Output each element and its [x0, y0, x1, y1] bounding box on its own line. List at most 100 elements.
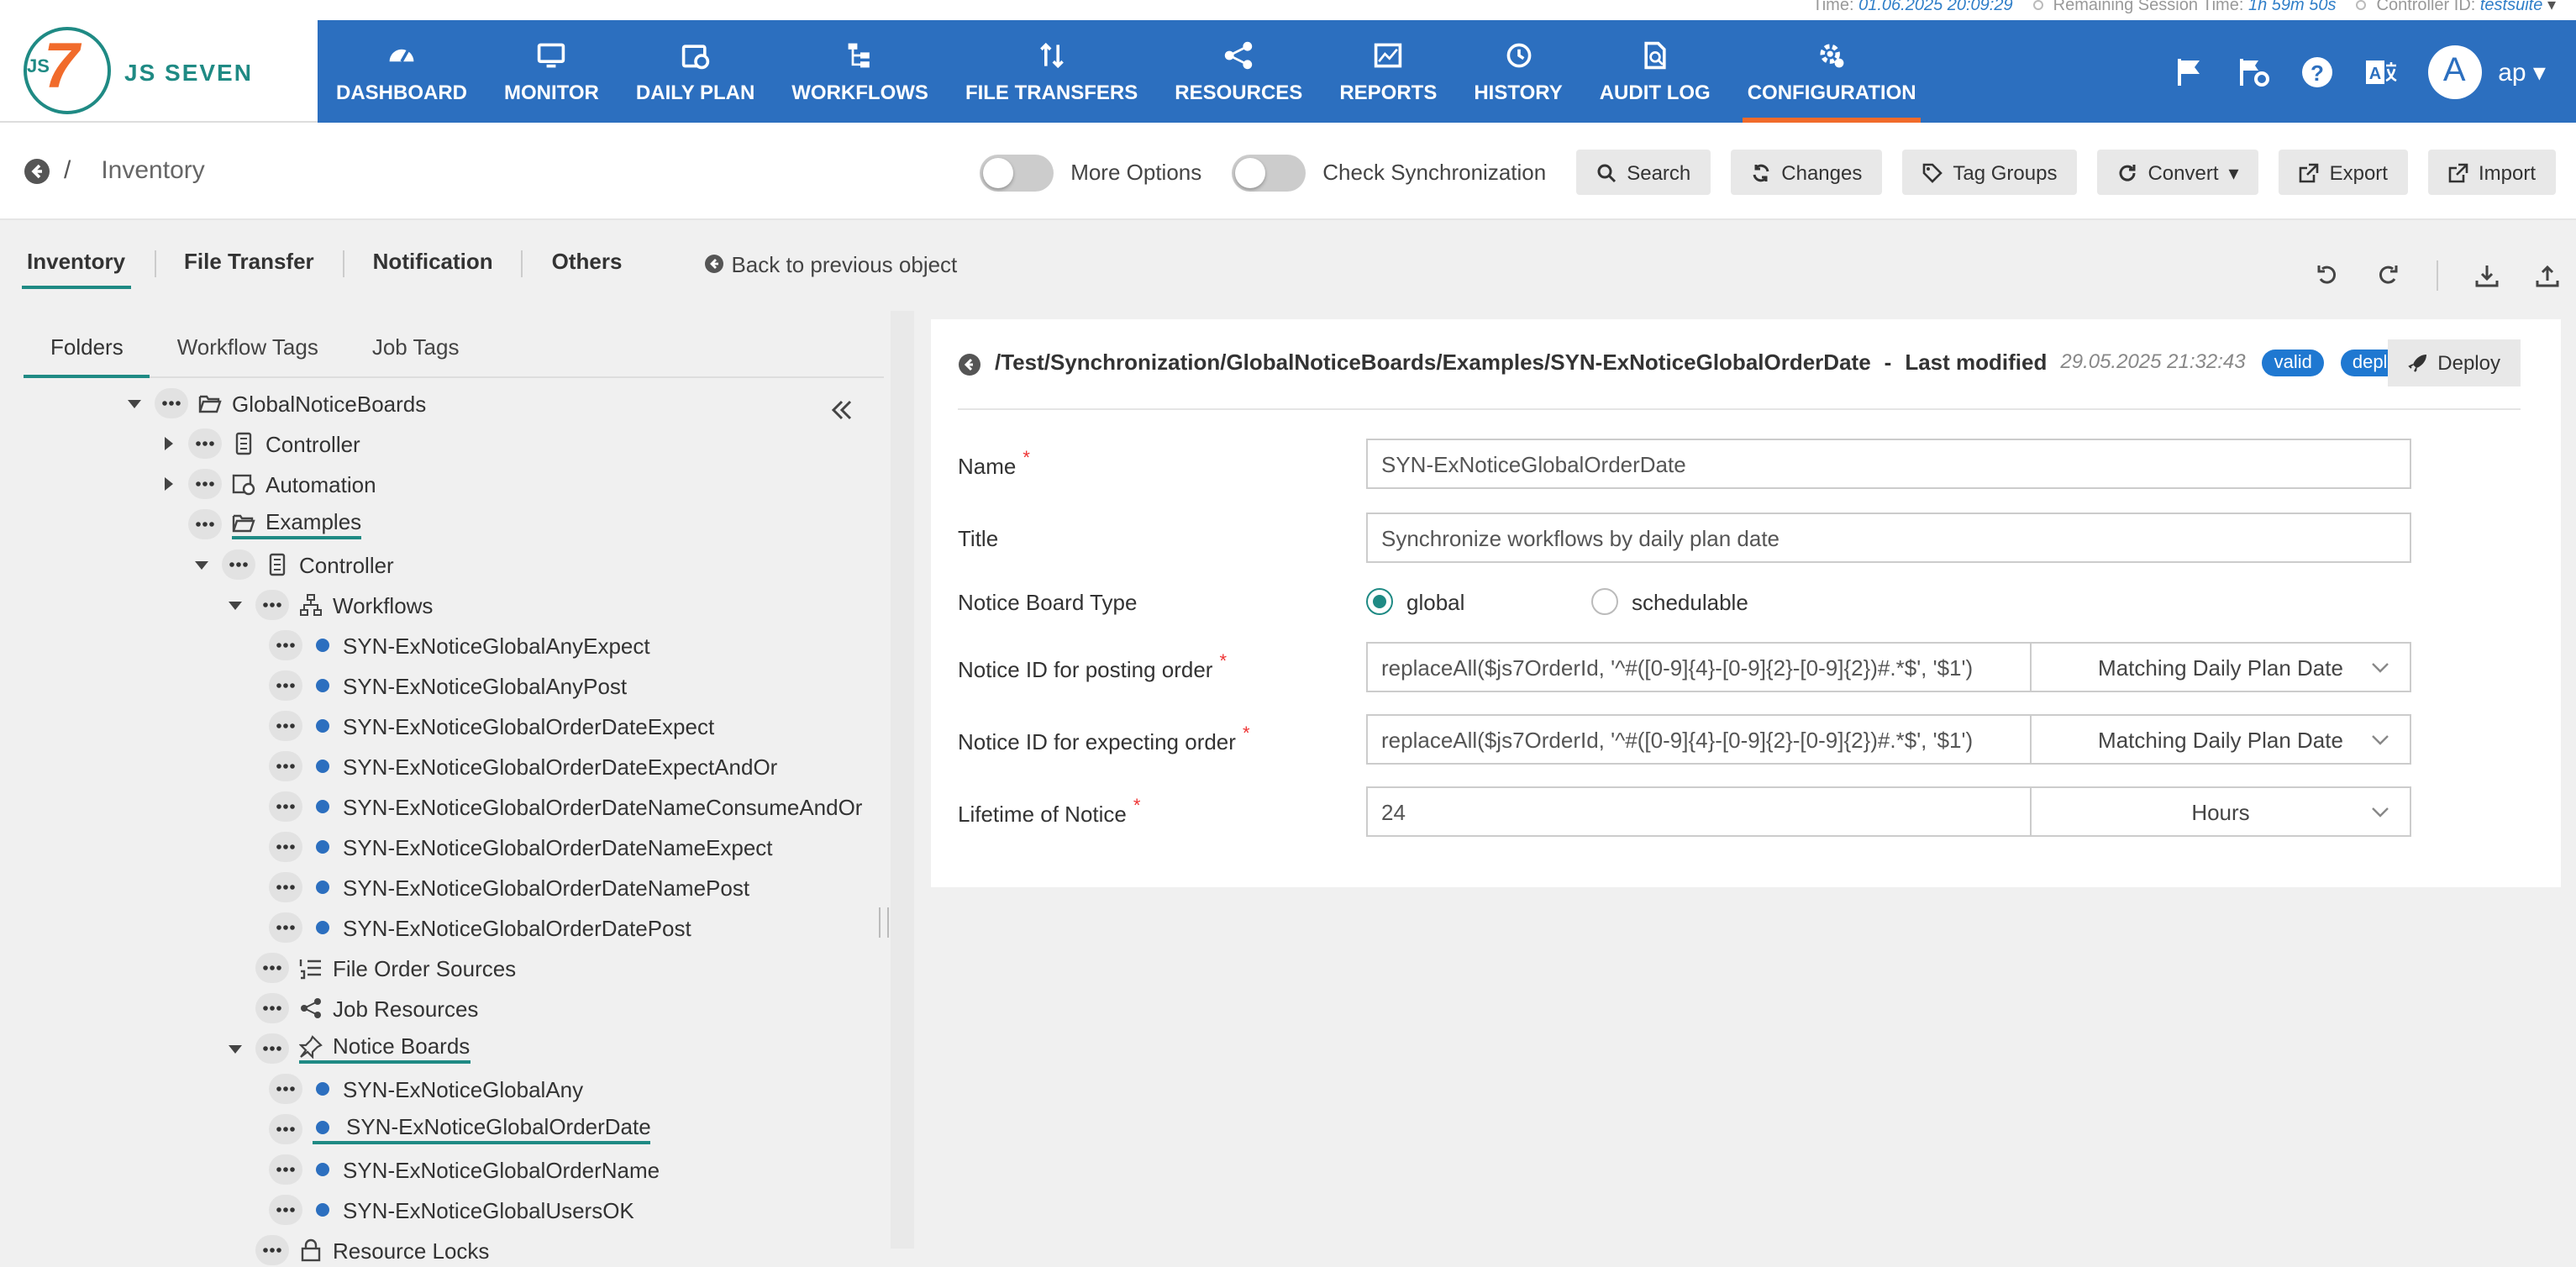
more-actions-button[interactable] — [269, 630, 302, 660]
tree-item-workflow[interactable]: SYN-ExNoticeGlobalAnyPost — [269, 669, 627, 702]
nav-reports[interactable]: REPORTS — [1321, 20, 1455, 123]
more-actions-button[interactable] — [255, 1235, 289, 1265]
subtab-job-tags[interactable]: Job Tags — [345, 328, 486, 376]
nav-configuration[interactable]: CONFIGURATION — [1729, 20, 1935, 123]
controller-id[interactable]: Controller ID: testsuite ▾ — [2356, 0, 2556, 15]
nav-resources[interactable]: RESOURCES — [1156, 20, 1321, 123]
tree-folder-globalnoticeboards[interactable]: GlobalNoticeBoards — [124, 386, 426, 420]
radio-button[interactable] — [1591, 588, 1618, 615]
more-options-toggle[interactable]: More Options — [980, 154, 1201, 191]
tree-folder-controller-2[interactable]: Controller — [192, 548, 394, 581]
collapse-panel-icon[interactable] — [830, 398, 854, 422]
nav-file-transfers[interactable]: FILE TRANSFERS — [947, 20, 1156, 123]
convert-button[interactable]: Convert ▾ — [2097, 150, 2259, 195]
subtab-workflow-tags[interactable]: Workflow Tags — [150, 328, 345, 376]
more-actions-button[interactable] — [269, 1154, 302, 1185]
caret-down-icon[interactable] — [225, 595, 245, 615]
tree-folder-notice-boards[interactable]: Notice Boards — [225, 1032, 471, 1065]
back-to-previous-link[interactable]: Back to previous object — [704, 251, 957, 276]
check-sync-toggle[interactable]: Check Synchronization — [1232, 154, 1546, 191]
more-actions-button[interactable] — [269, 1074, 302, 1104]
posting-order-select[interactable]: Matching Daily Plan Date — [2032, 642, 2411, 692]
tag-groups-button[interactable]: Tag Groups — [1902, 150, 2078, 195]
undo-icon[interactable] — [2316, 264, 2339, 287]
user-menu[interactable]: ap ▾ — [2498, 56, 2546, 87]
expecting-order-input[interactable]: replaceAll($js7OrderId, '^#([0-9]{4}-[0-… — [1366, 714, 2032, 765]
more-actions-button[interactable] — [269, 751, 302, 781]
redo-icon[interactable] — [2376, 264, 2400, 287]
download-icon[interactable] — [2475, 264, 2499, 287]
changes-button[interactable]: Changes — [1731, 150, 1883, 195]
caret-down-icon[interactable] — [225, 1038, 245, 1059]
title-input[interactable]: Synchronize workflows by daily plan date — [1366, 513, 2411, 563]
nav-monitor[interactable]: MONITOR — [486, 20, 618, 123]
more-actions-button[interactable] — [255, 953, 289, 983]
more-actions-button[interactable] — [155, 388, 188, 418]
toggle-switch[interactable] — [1232, 154, 1306, 191]
js7-logo[interactable]: 7 JS JS SEVEN — [0, 20, 318, 123]
tree-item-workflow[interactable]: SYN-ExNoticeGlobalAnyExpect — [269, 628, 650, 662]
nav-workflows[interactable]: WORKFLOWS — [773, 20, 947, 123]
back-arrow-icon[interactable] — [24, 157, 50, 184]
caret-right-icon[interactable] — [158, 434, 178, 454]
toggle-switch[interactable] — [980, 154, 1054, 191]
flag-settings-icon[interactable] — [2236, 55, 2269, 88]
more-actions-button[interactable] — [255, 1033, 289, 1064]
nav-daily-plan[interactable]: DAILY PLAN — [618, 20, 773, 123]
tree-folder-automation[interactable]: Automation — [158, 467, 376, 501]
tree-item-workflow[interactable]: SYN-ExNoticeGlobalOrderDateNamePost — [269, 870, 749, 904]
help-icon[interactable]: ? — [2300, 55, 2333, 88]
tree-item-workflow[interactable]: SYN-ExNoticeGlobalOrderDateExpectAndOr — [269, 749, 777, 783]
tab-file-transfer[interactable]: File Transfer — [179, 244, 319, 284]
tree-item-notice-board[interactable]: SYN-ExNoticeGlobalUsersOK — [269, 1193, 634, 1227]
more-actions-button[interactable] — [269, 791, 302, 822]
more-actions-button[interactable] — [269, 1114, 302, 1144]
lifetime-unit-select[interactable]: Hours — [2032, 786, 2411, 837]
more-actions-button[interactable] — [269, 872, 302, 902]
user-avatar[interactable]: A — [2427, 45, 2482, 98]
tree-folder-file-order-sources[interactable]: File Order Sources — [255, 951, 516, 985]
more-actions-button[interactable] — [269, 670, 302, 701]
nav-audit-log[interactable]: AUDIT LOG — [1581, 20, 1729, 123]
more-actions-button[interactable] — [255, 590, 289, 620]
more-actions-button[interactable] — [188, 469, 222, 499]
tab-inventory[interactable]: Inventory — [22, 244, 130, 289]
name-input[interactable]: SYN-ExNoticeGlobalOrderDate — [1366, 439, 2411, 489]
tree-item-workflow[interactable]: SYN-ExNoticeGlobalOrderDateNameExpect — [269, 830, 773, 864]
tab-others[interactable]: Others — [547, 244, 628, 284]
flag-icon[interactable] — [2172, 55, 2205, 88]
tab-notification[interactable]: Notification — [368, 244, 498, 284]
expecting-order-select[interactable]: Matching Daily Plan Date — [2032, 714, 2411, 765]
more-actions-button[interactable] — [269, 1195, 302, 1225]
export-button[interactable]: Export — [2279, 150, 2408, 195]
radio-global[interactable]: global — [1366, 588, 1591, 615]
more-actions-button[interactable] — [222, 549, 255, 580]
back-arrow-icon[interactable] — [958, 353, 981, 376]
splitter-handle[interactable] — [879, 907, 889, 938]
lifetime-input[interactable]: 24 — [1366, 786, 2032, 837]
nav-history[interactable]: HISTORY — [1455, 20, 1580, 123]
posting-order-input[interactable]: replaceAll($js7OrderId, '^#([0-9]{4}-[0-… — [1366, 642, 2032, 692]
more-actions-button[interactable] — [269, 832, 302, 862]
deploy-button[interactable]: Deploy — [2387, 339, 2521, 386]
more-actions-button[interactable] — [255, 993, 289, 1023]
language-icon[interactable]: A — [2363, 55, 2397, 88]
more-actions-button[interactable] — [188, 509, 222, 539]
tree-item-workflow[interactable]: SYN-ExNoticeGlobalOrderDatePost — [269, 911, 691, 944]
import-button[interactable]: Import — [2427, 150, 2556, 195]
radio-button-selected[interactable] — [1366, 588, 1393, 615]
tree-item-workflow[interactable]: SYN-ExNoticeGlobalOrderDateExpect — [269, 709, 714, 743]
tree-folder-examples[interactable]: Examples — [188, 507, 362, 541]
tree-folder-job-resources[interactable]: Job Resources — [255, 991, 478, 1025]
tree-folder-controller[interactable]: Controller — [158, 427, 360, 460]
tree-item-notice-board-selected[interactable]: SYN-ExNoticeGlobalOrderDate — [269, 1112, 651, 1146]
upload-icon[interactable] — [2536, 264, 2559, 287]
search-button[interactable]: Search — [1576, 150, 1711, 195]
tree-item-notice-board[interactable]: SYN-ExNoticeGlobalOrderName — [269, 1153, 660, 1186]
nav-dashboard[interactable]: DASHBOARD — [318, 20, 486, 123]
more-actions-button[interactable] — [269, 711, 302, 741]
caret-right-icon[interactable] — [158, 474, 178, 494]
subtab-folders[interactable]: Folders — [24, 328, 151, 378]
caret-down-icon[interactable] — [124, 393, 145, 413]
more-actions-button[interactable] — [269, 912, 302, 943]
